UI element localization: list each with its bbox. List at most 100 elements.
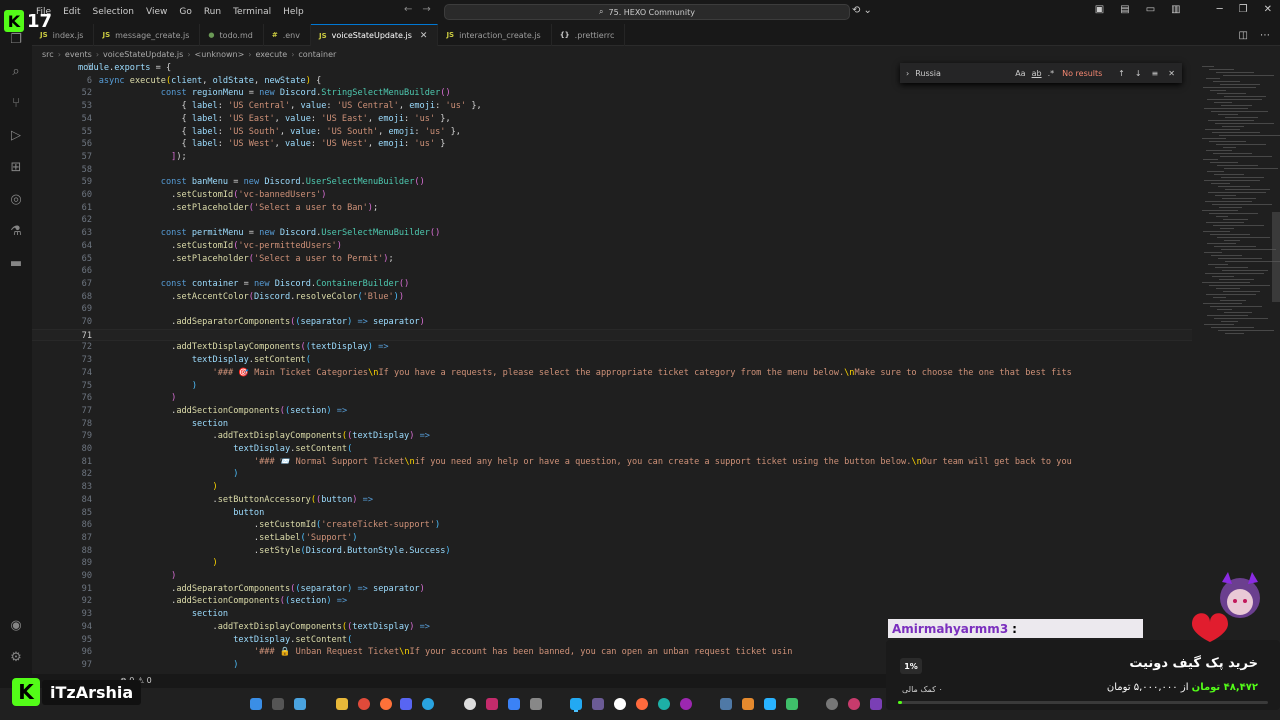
tab-env[interactable]: # .env [264,24,311,46]
code-line[interactable]: 86 .setCustomId('createTicket-support') [32,519,1192,532]
app-icon[interactable] [486,698,498,710]
app-icon[interactable] [848,698,860,710]
code-editor[interactable]: 5 module.exports = {6 async execute(clien… [32,62,1192,674]
code-line[interactable]: 76 ) [32,392,1192,405]
code-line[interactable]: 52 const regionMenu = new Discord.String… [32,87,1192,100]
breadcrumb-item[interactable]: events [65,50,92,59]
breadcrumb-item[interactable]: src [42,50,54,59]
source-control-icon[interactable]: ⑂ [7,94,25,112]
chrome-icon[interactable] [358,698,370,710]
code-line[interactable]: 53 { label: 'US Central', value: 'US Cen… [32,100,1192,113]
steam-icon[interactable] [720,698,732,710]
discord-icon[interactable] [400,698,412,710]
code-line[interactable]: 89 ) [32,557,1192,570]
code-line[interactable]: 84 .setButtonAccessory((button) => [32,494,1192,507]
next-match-icon[interactable]: ↓ [1135,69,1142,78]
scrollbar-thumb[interactable] [1272,212,1280,302]
code-line[interactable]: 91 .addSeparatorComponents((separator) =… [32,583,1192,596]
regex-toggle[interactable]: .* [1048,69,1055,78]
code-line[interactable]: 80 textDisplay.setContent( [32,443,1192,456]
code-line[interactable]: 62 [32,214,1192,227]
toggle-sidebar-icon[interactable]: ▤ [1120,4,1129,15]
breadcrumb-item[interactable]: voiceStateUpdate.js [103,50,183,59]
app-icon[interactable] [764,698,776,710]
app-icon[interactable] [870,698,882,710]
code-line[interactable]: 85 button [32,507,1192,520]
app-icon[interactable] [658,698,670,710]
app-icon[interactable] [680,698,692,710]
menu-item-run[interactable]: Run [198,7,227,17]
more-actions-icon[interactable]: ⋯ [1260,30,1270,41]
menu-item-go[interactable]: Go [173,7,197,17]
code-line[interactable]: 79 .addTextDisplayComponents((textDispla… [32,430,1192,443]
close-tab-icon[interactable]: ✕ [420,31,428,41]
code-line[interactable]: 72 .addTextDisplayComponents((textDispla… [32,341,1192,354]
tab-prettierrc[interactable]: {} .prettierrc [552,24,626,46]
github-icon[interactable] [464,698,476,710]
tab-todo-md[interactable]: ● todo.md [200,24,264,46]
find-in-selection-icon[interactable]: ≡ [1152,69,1159,78]
code-line[interactable]: 70 .addSeparatorComponents((separator) =… [32,316,1192,329]
code-line[interactable]: 57 ]); [32,151,1192,164]
code-line[interactable]: 58 [32,164,1192,177]
app-icon[interactable] [592,698,604,710]
code-line[interactable]: 73 textDisplay.setContent( [32,354,1192,367]
telegram-icon[interactable] [422,698,434,710]
menu-item-selection[interactable]: Selection [87,7,140,17]
code-line[interactable]: 65 .setPlaceholder('Select a user to Per… [32,253,1192,266]
run-debug-icon[interactable]: ▷ [7,126,25,144]
windows-start-icon[interactable] [250,698,262,710]
code-line[interactable]: 59 const banMenu = new Discord.UserSelec… [32,176,1192,189]
code-line[interactable]: 60 .setCustomId('vc-bannedUsers') [32,189,1192,202]
docker-icon[interactable]: ▬ [7,254,25,272]
app-icon[interactable] [786,698,798,710]
maximize-icon[interactable]: ❐ [1239,4,1248,15]
code-line[interactable]: 69 [32,303,1192,316]
split-editor-icon[interactable]: ◫ [1239,30,1248,41]
explorer-icon[interactable]: ❐ [7,30,25,48]
code-line[interactable]: 82 ) [32,468,1192,481]
code-line[interactable]: 83 ) [32,481,1192,494]
code-line[interactable]: 90 ) [32,570,1192,583]
toggle-secondary-sidebar-icon[interactable]: ▥ [1171,4,1180,15]
app-icon[interactable] [742,698,754,710]
find-input[interactable]: Russia [915,69,1015,78]
app-icon[interactable] [530,698,542,710]
previous-match-icon[interactable]: ↑ [1118,69,1125,78]
app-icon[interactable] [826,698,838,710]
code-line[interactable]: 63 const permitMenu = new Discord.UserSe… [32,227,1192,240]
code-line[interactable]: 92 .addSectionComponents((section) => [32,595,1192,608]
breadcrumb-item[interactable]: execute [255,50,287,59]
toggle-panel-icon[interactable]: ▭ [1146,4,1155,15]
app-icon[interactable] [614,698,626,710]
close-find-icon[interactable]: ✕ [1168,69,1175,78]
code-line[interactable]: 81 '### 📨 Normal Support Ticket\nif you … [32,456,1192,469]
code-line[interactable]: 87 .setLabel('Support') [32,532,1192,545]
copilot-icon[interactable]: ⟲ ⌄ [852,5,872,16]
code-line[interactable]: 88 .setStyle(Discord.ButtonStyle.Success… [32,545,1192,558]
testing-icon[interactable]: ⚗ [7,222,25,240]
tab-message-create-js[interactable]: JS message_create.js [94,24,201,46]
code-line[interactable]: 64 .setCustomId('vc-permittedUsers') [32,240,1192,253]
vscode-icon[interactable] [570,698,582,710]
menu-item-edit[interactable]: Edit [57,7,86,17]
chevron-right-icon[interactable]: › [906,69,909,78]
forward-arrow-icon[interactable]: → [422,4,430,15]
taskbar-search-icon[interactable] [272,698,284,710]
breadcrumb-item[interactable]: container [298,50,336,59]
code-line[interactable]: 74 '### 🎯 Main Ticket Categories\nIf you… [32,367,1192,380]
account-icon[interactable]: ◉ [7,616,25,634]
command-center[interactable]: ⌕ 75. HEXO Community [444,4,850,20]
layout-icon[interactable]: ▣ [1095,4,1104,15]
code-line[interactable]: 54 { label: 'US East', value: 'US East',… [32,113,1192,126]
menu-item-terminal[interactable]: Terminal [227,7,277,17]
firefox-icon[interactable] [380,698,392,710]
task-view-icon[interactable] [294,698,306,710]
tab-interaction-create-js[interactable]: JS interaction_create.js [438,24,552,46]
close-icon[interactable]: ✕ [1264,4,1272,15]
extensions-icon[interactable]: ⊞ [7,158,25,176]
search-icon[interactable]: ⌕ [7,62,25,80]
menu-item-help[interactable]: Help [277,7,310,17]
back-arrow-icon[interactable]: ← [404,4,412,15]
breadcrumb-item[interactable]: <unknown> [195,50,245,59]
